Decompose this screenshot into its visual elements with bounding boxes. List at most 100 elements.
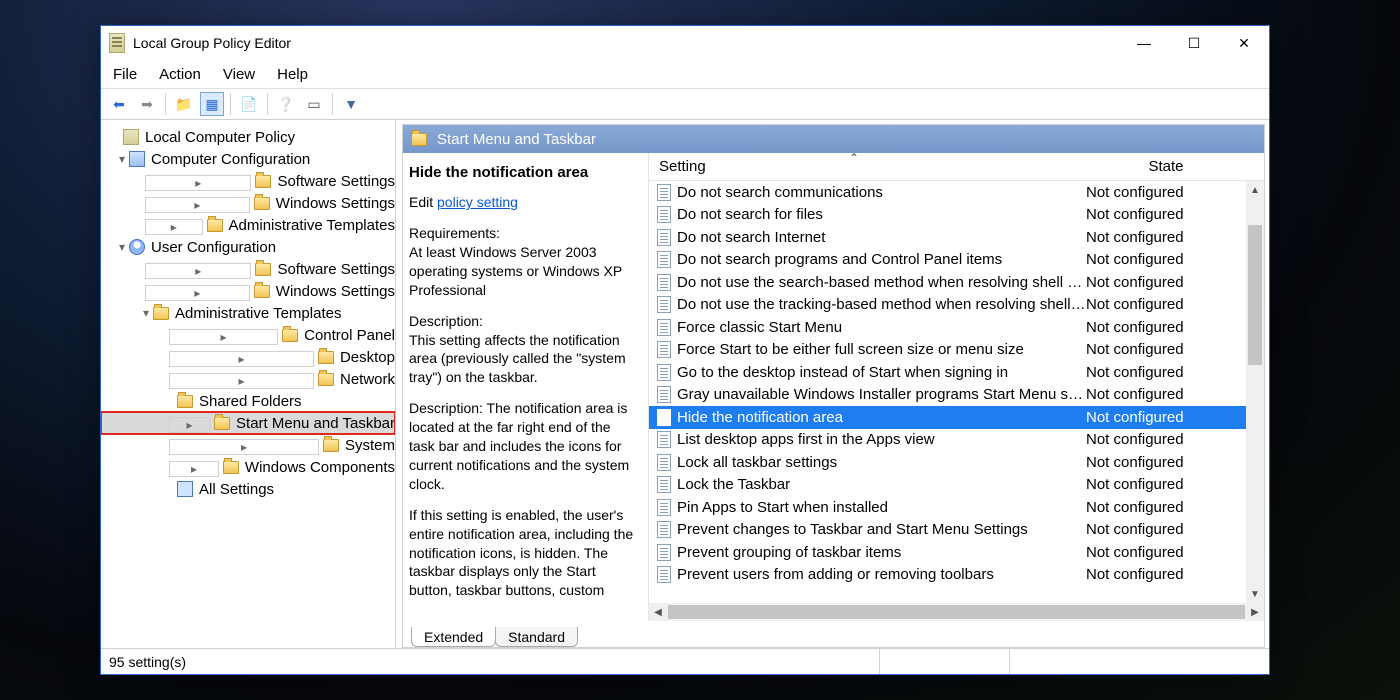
window-title: Local Group Policy Editor bbox=[133, 35, 291, 51]
panes-icon: ▦ bbox=[205, 97, 218, 111]
setting-row[interactable]: Lock all taskbar settingsNot configured bbox=[649, 451, 1246, 474]
setting-row[interactable]: List desktop apps first in the Apps view… bbox=[649, 429, 1246, 452]
policy-item-icon bbox=[657, 184, 671, 201]
help-button[interactable]: ❔ bbox=[274, 92, 298, 116]
folder-icon bbox=[323, 439, 339, 452]
back-arrow-icon: ⬅ bbox=[113, 97, 125, 111]
tree-admin-templates[interactable]: Administrative Templates bbox=[101, 302, 395, 324]
tree-item[interactable]: Windows Settings bbox=[101, 192, 395, 214]
tree-label: Local Computer Policy bbox=[145, 129, 295, 146]
tree-item-start-menu-taskbar[interactable]: Start Menu and Taskbar bbox=[101, 412, 395, 434]
setting-name: Do not search communications bbox=[677, 184, 1086, 201]
tree-item[interactable]: Network bbox=[101, 368, 395, 390]
tree-item[interactable]: Shared Folders bbox=[101, 390, 395, 412]
tree-computer-config[interactable]: Computer Configuration bbox=[101, 148, 395, 170]
toolbar-separator bbox=[230, 93, 231, 115]
show-hide-tree-button[interactable]: ▦ bbox=[200, 92, 224, 116]
setting-name: Do not search programs and Control Panel… bbox=[677, 251, 1086, 268]
setting-row[interactable]: Do not search communicationsNot configur… bbox=[649, 181, 1246, 204]
tree-root[interactable]: Local Computer Policy bbox=[101, 126, 395, 148]
tree-user-config[interactable]: User Configuration bbox=[101, 236, 395, 258]
tree-item[interactable]: Windows Components bbox=[101, 456, 395, 478]
setting-row[interactable]: Prevent grouping of taskbar itemsNot con… bbox=[649, 541, 1246, 564]
folder-icon bbox=[153, 307, 169, 320]
tree-item[interactable]: Control Panel bbox=[101, 324, 395, 346]
maximize-button[interactable]: ☐ bbox=[1169, 26, 1219, 60]
minimize-button[interactable]: — bbox=[1119, 26, 1169, 60]
export-button[interactable]: 📄 bbox=[237, 92, 261, 116]
tab-extended[interactable]: Extended bbox=[411, 627, 496, 647]
setting-row[interactable]: Do not search InternetNot configured bbox=[649, 226, 1246, 249]
setting-name: Force Start to be either full screen siz… bbox=[677, 341, 1086, 358]
policy-item-icon bbox=[657, 409, 671, 426]
tree-item-all-settings[interactable]: All Settings bbox=[101, 478, 395, 500]
policy-item-icon bbox=[657, 319, 671, 336]
content-area: Local Computer Policy Computer Configura… bbox=[101, 120, 1269, 648]
setting-state: Not configured bbox=[1086, 364, 1246, 381]
setting-row[interactable]: Do not search programs and Control Panel… bbox=[649, 249, 1246, 272]
policy-item-icon bbox=[657, 499, 671, 516]
column-header-state[interactable]: State bbox=[1086, 158, 1246, 175]
scroll-thumb[interactable] bbox=[1248, 225, 1262, 365]
sort-indicator-icon: ⌃ bbox=[849, 151, 859, 165]
close-button[interactable]: ✕ bbox=[1219, 26, 1269, 60]
setting-row[interactable]: Force Start to be either full screen siz… bbox=[649, 339, 1246, 362]
setting-row[interactable]: Lock the TaskbarNot configured bbox=[649, 474, 1246, 497]
tree-item[interactable]: System bbox=[101, 434, 395, 456]
properties-button[interactable]: ▭ bbox=[302, 92, 326, 116]
description-pane: Hide the notification area Edit policy s… bbox=[403, 153, 648, 621]
setting-row[interactable]: Pin Apps to Start when installedNot conf… bbox=[649, 496, 1246, 519]
setting-row[interactable]: Do not use the search-based method when … bbox=[649, 271, 1246, 294]
toolbar: ⬅ ➡ 📁 ▦ 📄 ❔ ▭ ▼ bbox=[101, 88, 1269, 120]
up-button[interactable]: 📁 bbox=[172, 92, 196, 116]
navigation-tree: Local Computer Policy Computer Configura… bbox=[101, 120, 396, 648]
menu-action[interactable]: Action bbox=[159, 66, 201, 83]
tree-item[interactable]: Software Settings bbox=[101, 258, 395, 280]
menu-help[interactable]: Help bbox=[277, 66, 308, 83]
help-icon: ❔ bbox=[277, 97, 294, 111]
setting-name: Lock the Taskbar bbox=[677, 476, 1086, 493]
tree-label: Windows Settings bbox=[276, 283, 395, 300]
policy-item-icon bbox=[657, 544, 671, 561]
setting-row[interactable]: Gray unavailable Windows Installer progr… bbox=[649, 384, 1246, 407]
tree-label: Control Panel bbox=[304, 327, 395, 344]
description-text-3: If this setting is enabled, the user's e… bbox=[409, 506, 638, 600]
setting-row[interactable]: Force classic Start MenuNot configured bbox=[649, 316, 1246, 339]
scroll-right-icon: ▶ bbox=[1246, 607, 1264, 618]
forward-button[interactable]: ➡ bbox=[135, 92, 159, 116]
menu-file[interactable]: File bbox=[113, 66, 137, 83]
tab-standard[interactable]: Standard bbox=[495, 627, 578, 647]
setting-row[interactable]: Prevent changes to Taskbar and Start Men… bbox=[649, 519, 1246, 542]
setting-row[interactable]: Prevent users from adding or removing to… bbox=[649, 564, 1246, 587]
tree-label: Administrative Templates bbox=[175, 305, 341, 322]
tree-item[interactable]: Desktop bbox=[101, 346, 395, 368]
horizontal-scrollbar[interactable]: ◀ ▶ bbox=[649, 603, 1264, 621]
tree-item[interactable]: Administrative Templates bbox=[101, 214, 395, 236]
setting-state: Not configured bbox=[1086, 341, 1246, 358]
back-button[interactable]: ⬅ bbox=[107, 92, 131, 116]
setting-row[interactable]: Hide the notification areaNot configured bbox=[649, 406, 1246, 429]
requirements-label: Requirements: bbox=[409, 225, 500, 241]
setting-state: Not configured bbox=[1086, 544, 1246, 561]
edit-policy-link[interactable]: policy setting bbox=[437, 194, 518, 210]
toolbar-separator bbox=[267, 93, 268, 115]
tree-item[interactable]: Software Settings bbox=[101, 170, 395, 192]
menubar: File Action View Help bbox=[101, 60, 1269, 88]
tree-item[interactable]: Windows Settings bbox=[101, 280, 395, 302]
vertical-scrollbar[interactable]: ▲ ▼ bbox=[1246, 181, 1264, 603]
filter-button[interactable]: ▼ bbox=[339, 92, 363, 116]
forward-arrow-icon: ➡ bbox=[141, 97, 153, 111]
setting-row[interactable]: Go to the desktop instead of Start when … bbox=[649, 361, 1246, 384]
toolbar-separator bbox=[165, 93, 166, 115]
policy-item-icon bbox=[657, 566, 671, 583]
menu-view[interactable]: View bbox=[223, 66, 255, 83]
tree-label: Windows Settings bbox=[276, 195, 395, 212]
scroll-thumb[interactable] bbox=[668, 605, 1245, 619]
setting-row[interactable]: Do not search for filesNot configured bbox=[649, 204, 1246, 227]
tree-label: Administrative Templates bbox=[229, 217, 395, 234]
policy-item-icon bbox=[657, 386, 671, 403]
column-header-setting[interactable]: Setting bbox=[649, 158, 1086, 175]
setting-row[interactable]: Do not use the tracking-based method whe… bbox=[649, 294, 1246, 317]
edit-label: Edit bbox=[409, 194, 437, 210]
setting-name: Do not use the tracking-based method whe… bbox=[677, 296, 1086, 313]
